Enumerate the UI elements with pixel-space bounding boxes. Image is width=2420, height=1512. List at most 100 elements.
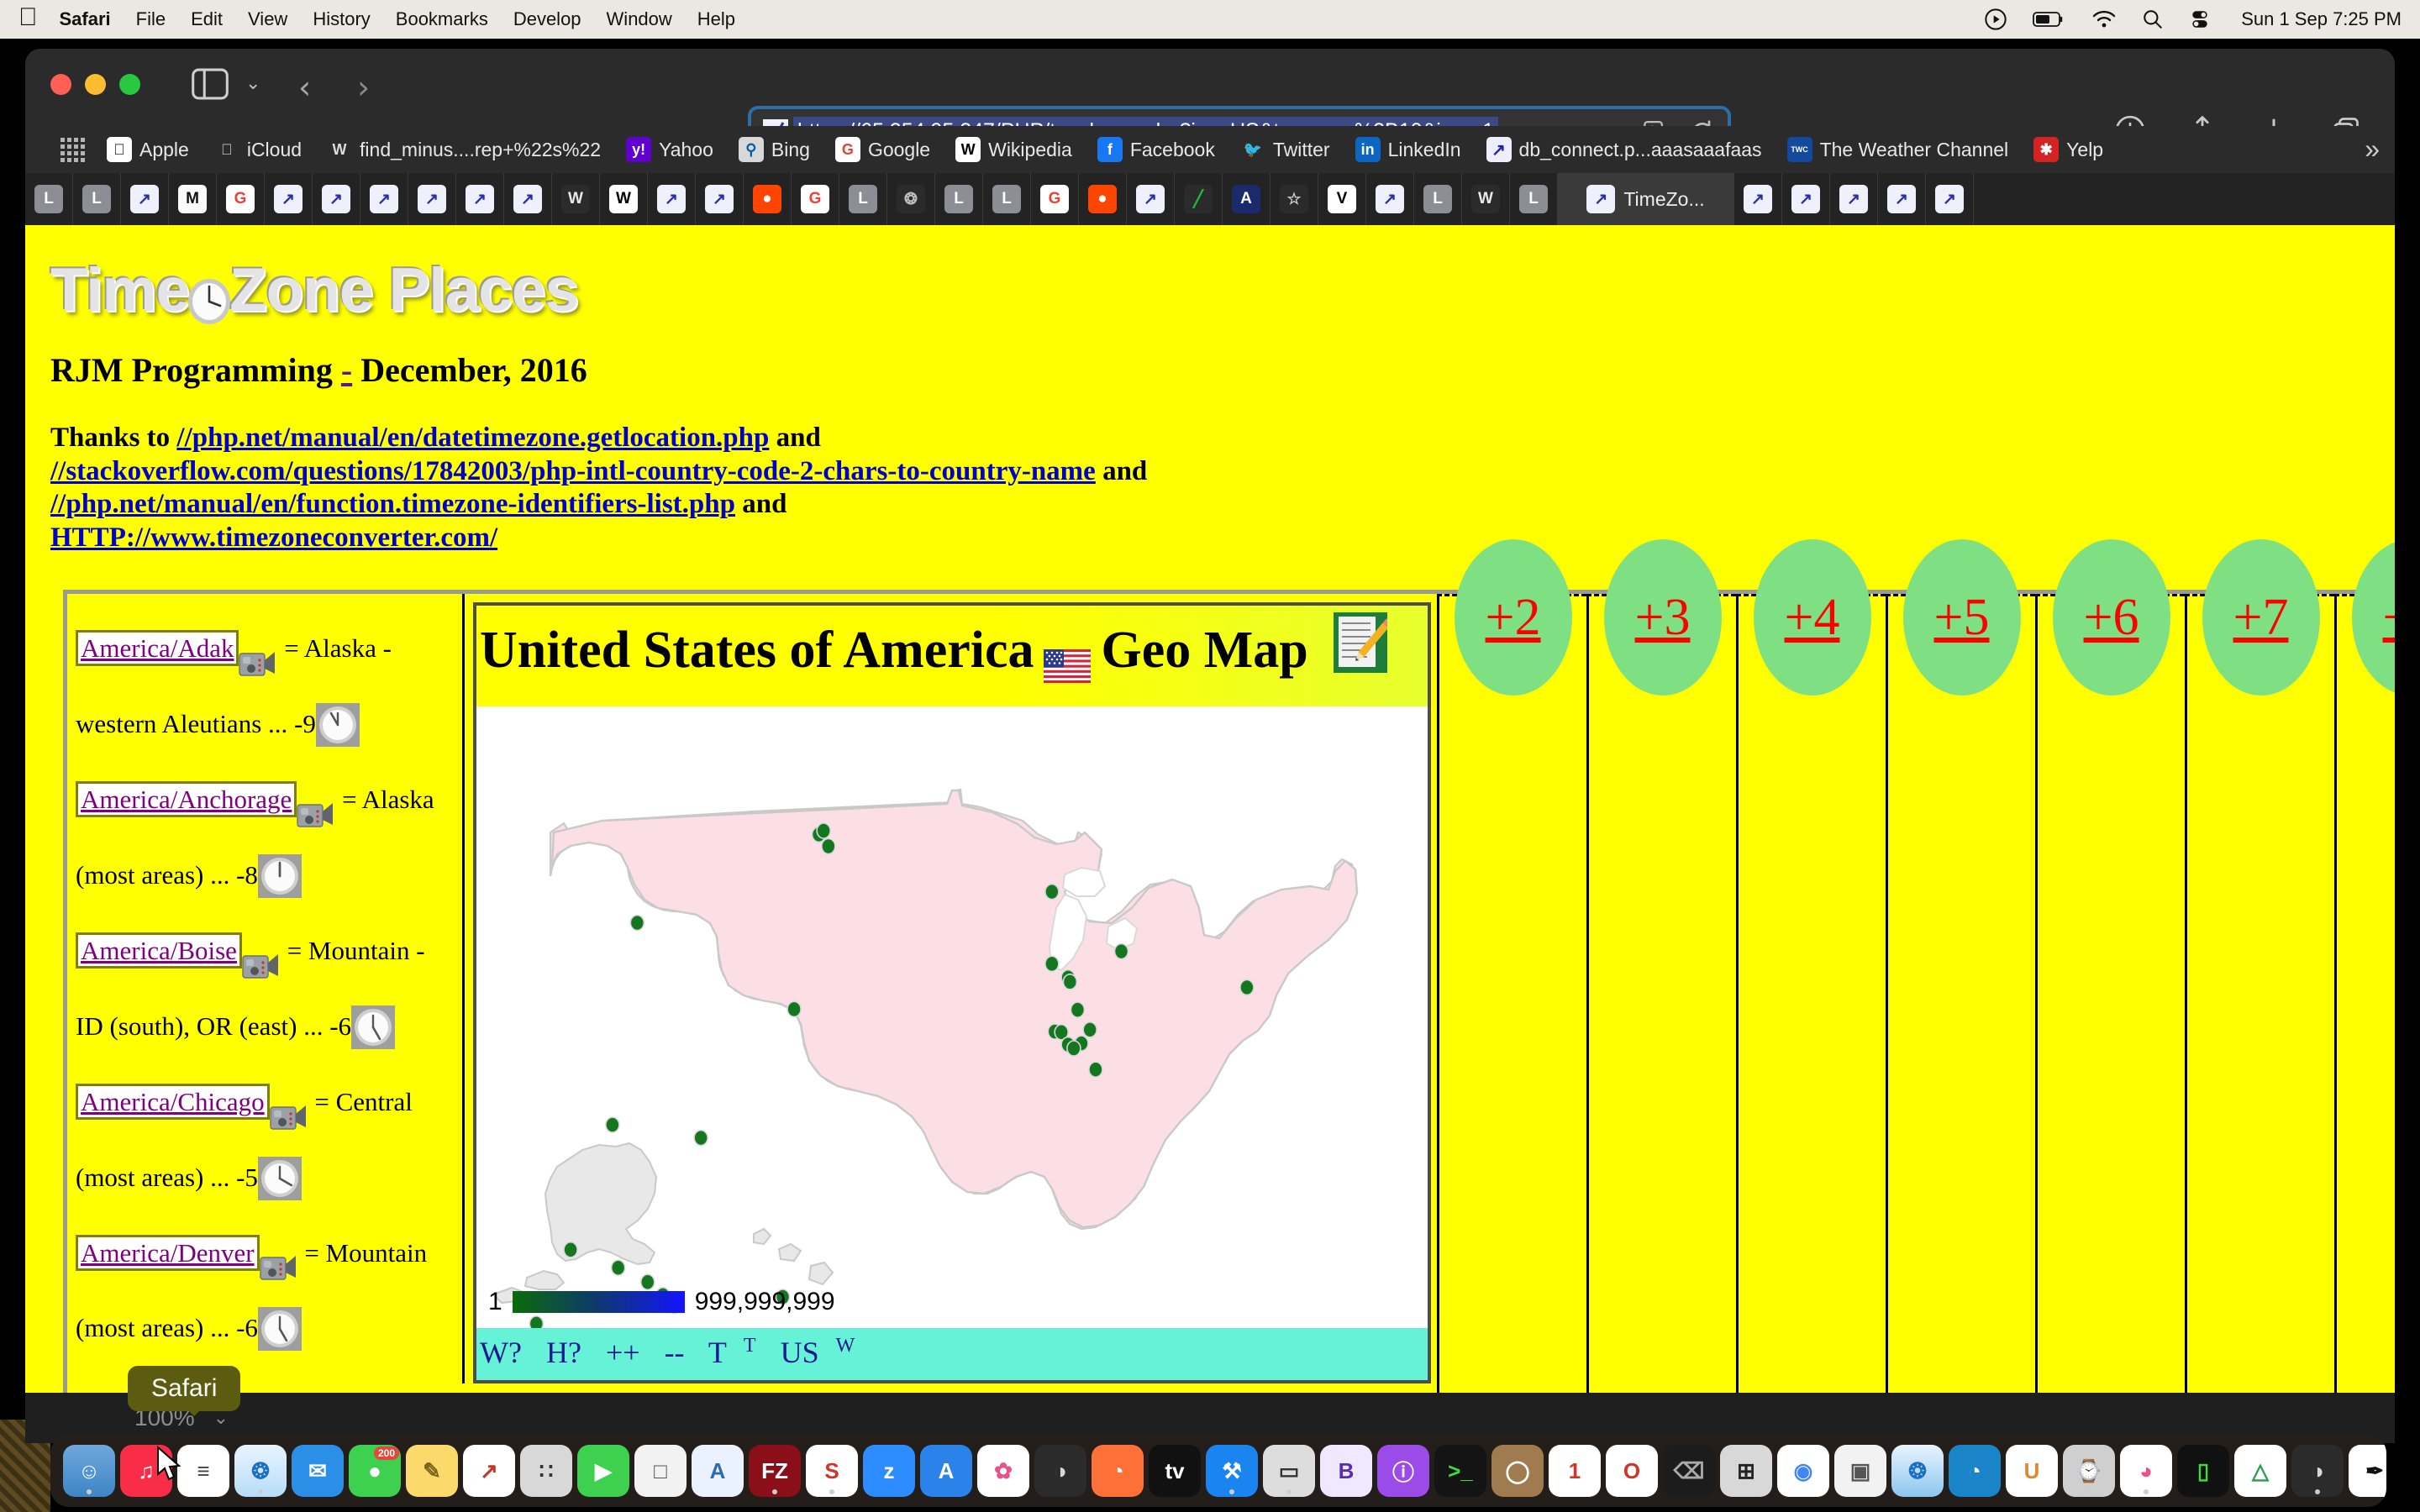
- dock-calendar-icon[interactable]: 1: [1549, 1445, 1601, 1497]
- tab-26[interactable]: ☆: [1270, 173, 1318, 225]
- bookmark-bing-search-icon[interactable]: ⚲ Bing: [738, 137, 810, 162]
- map-width-button[interactable]: W?: [480, 1336, 522, 1369]
- video-camera-icon[interactable]: [259, 1236, 298, 1281]
- maximize-button[interactable]: [119, 74, 140, 95]
- tab-30[interactable]: W: [1462, 173, 1510, 225]
- offset-link[interactable]: +7: [2233, 588, 2289, 648]
- credit-link-1[interactable]: //php.net/manual/en/datetimezone.getloca…: [176, 423, 769, 453]
- forward-button[interactable]: ›: [357, 69, 370, 106]
- dock-preview-icon[interactable]: A: [692, 1445, 744, 1497]
- tab-22[interactable]: ●: [1079, 173, 1127, 225]
- tab-16[interactable]: G: [792, 173, 839, 225]
- offset-bubble[interactable]: +4: [1753, 539, 1871, 696]
- bookmark-wikipedia-w-icon[interactable]: Wfind_minus....rep+%22s%22: [327, 137, 601, 162]
- back-button[interactable]: ‹: [298, 69, 311, 106]
- menu-item-view[interactable]: View: [248, 8, 287, 30]
- tab-12[interactable]: W: [600, 173, 648, 225]
- dock-maps-icon[interactable]: △: [2234, 1445, 2286, 1497]
- tab-14[interactable]: ↗: [696, 173, 744, 225]
- dock-messages-icon[interactable]: ● 200: [349, 1445, 401, 1497]
- dock-filezilla-icon[interactable]: FZ: [749, 1445, 801, 1497]
- map-data-point[interactable]: [816, 822, 831, 840]
- credit-link-4[interactable]: HTTP://www.timezoneconverter.com/: [50, 522, 497, 553]
- dock-ink-icon[interactable]: ✒: [2349, 1445, 2386, 1497]
- map-data-point[interactable]: [1113, 943, 1129, 960]
- tab-23[interactable]: ↗: [1127, 173, 1175, 225]
- geo-map-canvas[interactable]: 1 999,999,999: [476, 706, 1428, 1329]
- tab-trailing-0[interactable]: ↗: [1734, 173, 1782, 225]
- bookmarks-overflow-icon[interactable]: »: [2365, 134, 2380, 165]
- menu-item-bookmarks[interactable]: Bookmarks: [396, 8, 488, 30]
- dock-opera-icon[interactable]: O: [1606, 1445, 1658, 1497]
- bookmark-twitter-icon[interactable]: 🐦 Twitter: [1239, 137, 1330, 162]
- bookmark-yelp-icon[interactable]: ✱ Yelp: [2033, 137, 2103, 162]
- battery-icon[interactable]: [2033, 9, 2066, 29]
- video-camera-icon[interactable]: [269, 1086, 308, 1130]
- close-button[interactable]: [50, 74, 71, 95]
- tab-29[interactable]: L: [1414, 173, 1462, 225]
- menu-item-develop[interactable]: Develop: [513, 8, 581, 30]
- dock-facetime-icon[interactable]: ▶: [577, 1445, 629, 1497]
- dock-calculator-icon[interactable]: ⊞: [1720, 1445, 1772, 1497]
- dock-textedit-icon[interactable]: U: [2006, 1445, 2058, 1497]
- map-data-point[interactable]: [563, 1242, 578, 1258]
- dock-gimp-icon[interactable]: ◑: [1034, 1445, 1086, 1497]
- map-data-point[interactable]: [786, 1000, 802, 1018]
- tab-24[interactable]: ╱: [1175, 173, 1223, 225]
- bookmark-linkedin-icon[interactable]: in LinkedIn: [1355, 137, 1461, 162]
- map-data-point[interactable]: [1062, 974, 1078, 990]
- dock-keynote-icon[interactable]: ▣: [1834, 1445, 1886, 1497]
- control-center-icon[interactable]: [2189, 8, 2211, 30]
- offset-bubble[interactable]: +5: [1902, 539, 2021, 696]
- dock-simulator-icon[interactable]: ▭: [1263, 1445, 1315, 1497]
- dock-reminders-icon[interactable]: ≡: [177, 1445, 229, 1497]
- map-data-point[interactable]: [1239, 979, 1255, 996]
- timezone-link[interactable]: America/Anchorage: [76, 781, 297, 818]
- map-data-point[interactable]: [1088, 1061, 1103, 1079]
- search-icon[interactable]: [2142, 8, 2164, 30]
- offset-link[interactable]: +8: [2383, 588, 2395, 648]
- map-data-point[interactable]: [610, 1259, 626, 1277]
- offset-link[interactable]: +6: [2084, 588, 2139, 648]
- bookmark-google-icon[interactable]: G Google: [834, 137, 930, 162]
- tab-13[interactable]: ↗: [648, 173, 696, 225]
- tab-10[interactable]: ↗: [504, 173, 552, 225]
- window-controls[interactable]: [50, 74, 140, 95]
- dock-terminal-icon[interactable]: >_: [1434, 1445, 1486, 1497]
- dock-console-icon[interactable]: ⌫: [1663, 1445, 1715, 1497]
- dock-leather-app-icon[interactable]: ◯: [1491, 1445, 1544, 1497]
- dock-ios-sim-icon[interactable]: ▯: [2177, 1445, 2229, 1497]
- dock-appstore-icon[interactable]: A: [920, 1445, 972, 1497]
- offset-link[interactable]: +2: [1486, 588, 1541, 648]
- dock-launchpad-icon[interactable]: ∷: [520, 1445, 572, 1497]
- tab-6[interactable]: ↗: [313, 173, 360, 225]
- timezone-link[interactable]: America/Chicago: [76, 1083, 270, 1120]
- dock-edge-icon[interactable]: ◔: [1949, 1445, 2001, 1497]
- offset-bubble[interactable]: +7: [2202, 539, 2320, 696]
- menu-item-help[interactable]: Help: [697, 8, 735, 30]
- screen-record-icon[interactable]: [1984, 8, 2007, 31]
- tab-7[interactable]: ↗: [360, 173, 408, 225]
- bookmark-chart-favicon[interactable]: ↗ db_connect.p...aaasaaafaas: [1486, 137, 1762, 162]
- tab-17[interactable]: L: [839, 173, 887, 225]
- dock-safari-tp-icon[interactable]: ❂: [1891, 1445, 1944, 1497]
- tab-15[interactable]: ●: [744, 173, 792, 225]
- map-data-point[interactable]: [1066, 1040, 1081, 1058]
- dock-sublime-icon[interactable]: S: [806, 1445, 858, 1497]
- tab-21[interactable]: G: [1031, 173, 1079, 225]
- tab-trailing-1[interactable]: ↗: [1782, 173, 1830, 225]
- tab-5[interactable]: ↗: [265, 173, 313, 225]
- offset-bubble[interactable]: +3: [1603, 539, 1722, 696]
- dock-finder-icon[interactable]: ☺: [63, 1445, 115, 1497]
- bookmark-icloud-icon[interactable]:  iCloud: [213, 137, 302, 162]
- map-data-point[interactable]: [1070, 1001, 1086, 1019]
- timezone-link[interactable]: America/Denver: [76, 1234, 260, 1271]
- menu-item-window[interactable]: Window: [607, 8, 672, 30]
- dock-zoom-icon[interactable]: z: [863, 1445, 915, 1497]
- dock-colorsync-icon[interactable]: ◕: [2120, 1445, 2172, 1497]
- map-data-point[interactable]: [529, 1315, 544, 1329]
- map-data-point[interactable]: [693, 1130, 708, 1147]
- dock-appletv-icon[interactable]: tv: [1149, 1445, 1201, 1497]
- chevron-down-icon[interactable]: ⌄: [245, 72, 260, 94]
- byline-dash[interactable]: -: [341, 351, 352, 389]
